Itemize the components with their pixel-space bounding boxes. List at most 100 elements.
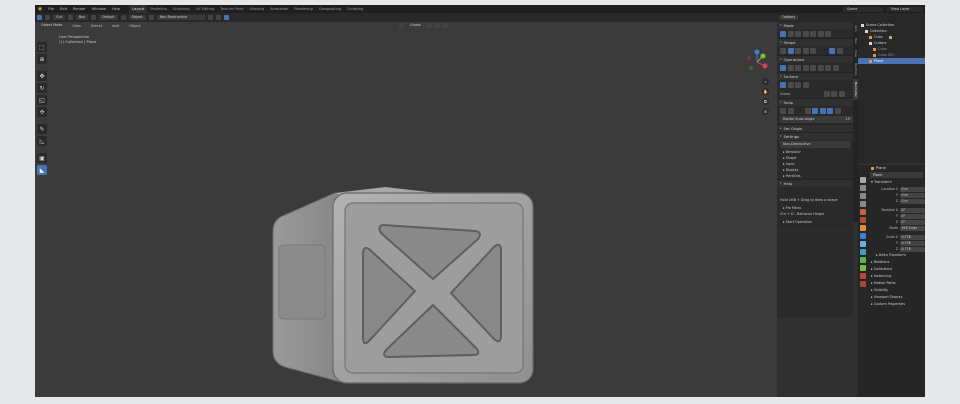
world-props-icon[interactable] bbox=[859, 217, 866, 223]
gizmo-option-a[interactable] bbox=[823, 90, 830, 97]
gizmo-x-axis[interactable] bbox=[762, 63, 768, 69]
snap-extra-button[interactable] bbox=[834, 107, 841, 114]
location-x-field[interactable]: 0 m bbox=[900, 186, 925, 192]
tab-shading[interactable]: Shading bbox=[246, 5, 267, 13]
settings-header[interactable]: ▾ Settings bbox=[777, 133, 853, 140]
snap-icon[interactable] bbox=[223, 15, 229, 20]
select-box-tool-icon[interactable]: ⬚ bbox=[37, 42, 47, 52]
move-tool-icon[interactable]: ✥ bbox=[37, 71, 47, 81]
view-layer-props-icon[interactable] bbox=[859, 201, 866, 207]
op-offset-button[interactable] bbox=[795, 64, 801, 71]
location-y-field[interactable]: 0 m bbox=[900, 192, 925, 198]
scale-y-field[interactable]: 0.776 bbox=[900, 240, 925, 246]
rotation-x-field[interactable]: 0° bbox=[900, 207, 925, 213]
rotation-mode-dropdown[interactable]: XYZ Euler bbox=[900, 225, 925, 231]
view-layer-selector[interactable]: View Layer bbox=[887, 6, 923, 12]
non-destructive-option[interactable]: Non-Destructive bbox=[156, 15, 205, 20]
surface-view-button[interactable] bbox=[787, 81, 794, 88]
delta-transform-panel[interactable]: ▸ Delta Transform bbox=[868, 252, 925, 259]
mode-inset-button[interactable] bbox=[795, 30, 801, 37]
tab-animation[interactable]: Animation bbox=[267, 5, 291, 13]
menu-render[interactable]: Render bbox=[70, 7, 89, 11]
op-scale-button[interactable] bbox=[817, 64, 824, 71]
transform-tool-icon[interactable]: ✣ bbox=[37, 107, 47, 117]
rotate-tool-icon[interactable]: ↻ bbox=[37, 83, 47, 93]
viewport-display-panel[interactable]: ▸ Viewport Display bbox=[868, 294, 925, 301]
options-dropdown[interactable]: Options bbox=[779, 15, 799, 20]
cut-mode-icon[interactable] bbox=[45, 15, 50, 20]
box-option[interactable]: Box bbox=[75, 15, 89, 20]
shape-option-b-button[interactable] bbox=[836, 47, 843, 54]
relations-panel[interactable]: ▸ Relations bbox=[868, 259, 925, 266]
surface-world-button[interactable] bbox=[802, 81, 809, 88]
object-icon[interactable] bbox=[120, 15, 126, 20]
display-icon[interactable] bbox=[207, 15, 213, 20]
measure-tool-icon[interactable]: ◺ bbox=[37, 136, 47, 146]
default-option[interactable]: Default bbox=[99, 15, 118, 20]
collections-panel[interactable]: ▸ Collections bbox=[868, 266, 925, 273]
menu-file[interactable]: File bbox=[45, 7, 57, 11]
settings-hardops[interactable]: ▸ HardOps bbox=[777, 173, 853, 179]
gizmo-y-axis[interactable] bbox=[760, 53, 766, 59]
transform-header[interactable]: ▾ Transform bbox=[868, 179, 925, 186]
physics-props-icon[interactable] bbox=[859, 249, 866, 255]
cursor-tool-icon[interactable]: ⊕ bbox=[37, 54, 47, 64]
mode-extract-button[interactable] bbox=[817, 30, 824, 37]
active-tool-icon[interactable] bbox=[37, 15, 42, 20]
boxcutter-tool-icon[interactable]: ◣ bbox=[37, 165, 47, 175]
object-name-field[interactable]: Plane bbox=[870, 172, 923, 178]
tab-uv-editing[interactable]: UV Editing bbox=[193, 5, 218, 13]
mode-slice-button[interactable] bbox=[787, 30, 794, 37]
shape-rect-button[interactable] bbox=[787, 47, 794, 54]
set-origin-header[interactable]: ▸ Set Origin bbox=[777, 125, 853, 132]
default-icon[interactable] bbox=[91, 15, 97, 20]
tool-props-icon[interactable] bbox=[859, 177, 866, 183]
start-operation-item[interactable]: ▸ Start Operation bbox=[777, 219, 853, 225]
tab-layout[interactable]: Layout bbox=[129, 5, 148, 13]
instancing-panel[interactable]: ▸ Instancing bbox=[868, 273, 925, 280]
gizmo-z-axis[interactable] bbox=[754, 49, 760, 55]
tab-compositing[interactable]: Compositing bbox=[316, 5, 345, 13]
shape-ngon-button[interactable] bbox=[802, 47, 809, 54]
add-menu[interactable]: Add bbox=[109, 24, 122, 28]
visibility-panel[interactable]: ▸ Visibility bbox=[868, 287, 925, 294]
menu-edit[interactable]: Edit bbox=[57, 7, 70, 11]
custom-properties-panel[interactable]: ▸ Custom Properties bbox=[868, 301, 925, 308]
scene-selector[interactable]: Scene bbox=[843, 6, 883, 12]
op-rotate-button[interactable] bbox=[810, 64, 816, 71]
settings-mode-dropdown[interactable]: Non-Destructive bbox=[780, 141, 850, 148]
behavior-icon[interactable] bbox=[148, 15, 154, 20]
camera-icon[interactable]: ◘ bbox=[762, 98, 769, 105]
shape-option-a-button[interactable] bbox=[829, 47, 835, 54]
rotate-snap-field[interactable]: Rotate Snap Angle 15 bbox=[780, 116, 853, 123]
object-props-icon[interactable] bbox=[859, 225, 866, 231]
rotation-z-field[interactable]: 0° bbox=[900, 219, 925, 225]
cut-option[interactable]: Cut bbox=[53, 15, 65, 20]
surface-cursor-button[interactable] bbox=[795, 81, 801, 88]
shape-custom-button[interactable] bbox=[810, 47, 816, 54]
snap-toggle-icon[interactable] bbox=[434, 23, 440, 28]
select-menu[interactable]: Select bbox=[88, 24, 105, 28]
snap-edge-button[interactable] bbox=[812, 107, 818, 114]
tab-sculpting[interactable]: Sculpting bbox=[170, 5, 193, 13]
operations-header[interactable]: ▾ Operations bbox=[777, 56, 853, 63]
mode-header[interactable]: ▾ Mode bbox=[777, 22, 853, 29]
view-menu[interactable]: View bbox=[69, 24, 84, 28]
location-z-field[interactable]: 0 m bbox=[900, 198, 925, 204]
snap-vertex-button[interactable] bbox=[804, 107, 811, 114]
rotation-y-field[interactable]: 0° bbox=[900, 213, 925, 219]
tab-scripting[interactable]: Scripting bbox=[344, 5, 366, 13]
shape-circle-button[interactable] bbox=[795, 47, 801, 54]
tab-rendering[interactable]: Rendering bbox=[291, 5, 315, 13]
cube-model[interactable] bbox=[265, 185, 537, 385]
scale-tool-icon[interactable]: ◱ bbox=[37, 95, 47, 105]
gizmo-neg-y-axis[interactable] bbox=[749, 66, 753, 70]
gear-icon[interactable] bbox=[215, 15, 221, 20]
pan-hand-icon[interactable]: ✋ bbox=[762, 88, 769, 95]
op-draw-button[interactable] bbox=[780, 64, 786, 71]
particles-props-icon[interactable] bbox=[859, 241, 866, 247]
op-move-button[interactable] bbox=[802, 64, 809, 71]
mode-selector[interactable]: Object Mode bbox=[38, 23, 66, 28]
snap-face-button[interactable] bbox=[819, 107, 826, 114]
constraints-props-icon[interactable] bbox=[859, 257, 866, 263]
